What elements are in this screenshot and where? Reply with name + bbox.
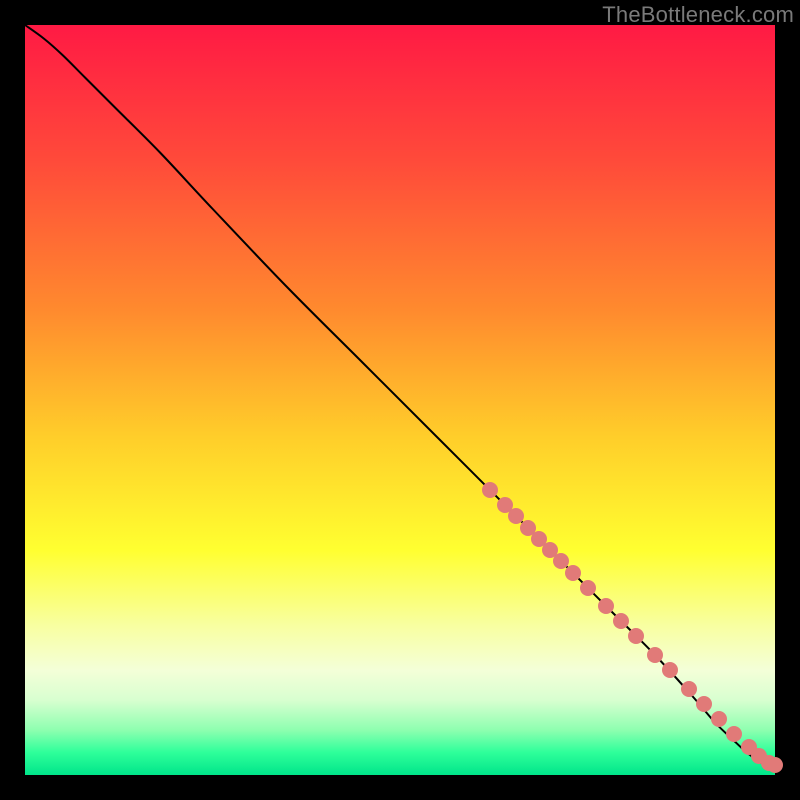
- marker-dot: [482, 482, 498, 498]
- plot-area: [25, 25, 775, 775]
- curve-line: [25, 25, 775, 775]
- marker-dot: [647, 647, 663, 663]
- marker-dot: [613, 613, 629, 629]
- marker-dot: [711, 711, 727, 727]
- marker-dot: [696, 696, 712, 712]
- watermark-label: TheBottleneck.com: [602, 2, 794, 28]
- marker-dot: [565, 565, 581, 581]
- marker-dot: [681, 681, 697, 697]
- marker-dot: [767, 757, 783, 773]
- marker-dot: [726, 726, 742, 742]
- chart-stage: TheBottleneck.com: [0, 0, 800, 800]
- marker-dot: [662, 662, 678, 678]
- marker-dot: [628, 628, 644, 644]
- marker-dot: [598, 598, 614, 614]
- marker-dot: [580, 580, 596, 596]
